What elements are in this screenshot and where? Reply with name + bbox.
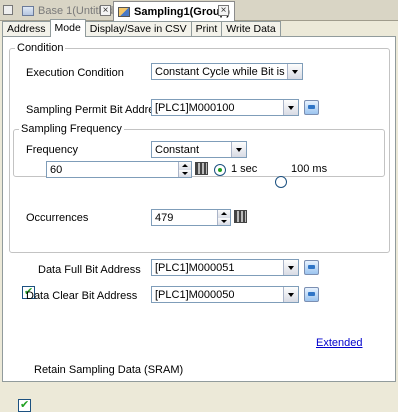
spin-up-icon[interactable] <box>179 162 191 170</box>
execution-condition-select[interactable]: Constant Cycle while Bit is ON <box>151 63 303 80</box>
spin-up-icon[interactable] <box>218 210 230 218</box>
sampling-frequency-legend: Sampling Frequency <box>19 123 124 135</box>
panel-menu-icon[interactable] <box>3 5 13 15</box>
sampling-permit-select[interactable]: [PLC1]M000100 <box>151 99 299 116</box>
tab-write-data[interactable]: Write Data <box>221 21 281 37</box>
sampling-icon <box>118 6 130 17</box>
close-icon[interactable]: × <box>218 5 229 16</box>
document-tab-bar: Base 1(Untitled) × Sampling1(Group) × <box>0 0 398 21</box>
interval-stepper[interactable]: 60 <box>46 161 192 178</box>
retain-sram-checkbox[interactable] <box>18 398 31 412</box>
mode-panel: Condition Execution Condition Constant C… <box>2 36 396 412</box>
data-clear-label: Data Clear Bit Address <box>26 290 138 302</box>
keypad-icon[interactable] <box>195 162 208 175</box>
radio-100-ms[interactable] <box>275 176 287 188</box>
extended-link[interactable]: Extended <box>316 337 362 349</box>
chevron-down-icon[interactable] <box>283 287 298 302</box>
data-clear-select[interactable]: [PLC1]M000050 <box>151 286 299 303</box>
data-clear-value: [PLC1]M000050 <box>155 289 235 301</box>
address-picker-icon[interactable] <box>304 100 319 115</box>
chevron-down-icon[interactable] <box>287 64 302 79</box>
address-picker-icon[interactable] <box>304 287 319 302</box>
screen-icon <box>22 6 34 16</box>
data-full-label: Data Full Bit Address <box>38 264 141 276</box>
frequency-value: Constant <box>155 144 200 156</box>
doc-tab-label: Sampling1(Group) <box>134 5 230 18</box>
radio-1-sec-label: 1 sec <box>231 163 258 175</box>
execution-condition-value: Constant Cycle while Bit is ON <box>155 66 287 78</box>
chevron-down-icon[interactable] <box>283 260 298 275</box>
chevron-down-icon[interactable] <box>231 142 246 157</box>
condition-legend: Condition <box>15 42 66 54</box>
spin-down-icon[interactable] <box>218 217 230 225</box>
execution-condition-label: Execution Condition <box>26 67 124 79</box>
occurrences-stepper[interactable]: 479 <box>151 209 231 226</box>
spin-down-icon[interactable] <box>179 169 191 177</box>
address-picker-icon[interactable] <box>304 260 319 275</box>
sampling-permit-label: Sampling Permit Bit Address <box>26 104 166 116</box>
tab-display-save-csv[interactable]: Display/Save in CSV <box>84 21 192 37</box>
radio-100-ms-label: 100 ms <box>291 163 328 175</box>
settings-tab-bar: Address Mode Display/Save in CSV Print W… <box>2 19 281 37</box>
close-icon[interactable]: × <box>100 5 111 16</box>
occurrences-label: Occurrences <box>26 212 89 224</box>
tab-address[interactable]: Address <box>2 21 51 37</box>
interval-value: 60 <box>50 164 63 176</box>
data-full-value: [PLC1]M000051 <box>155 262 235 274</box>
retain-sram-label: Retain Sampling Data (SRAM) <box>34 364 184 376</box>
tab-print[interactable]: Print <box>190 21 223 37</box>
occurrences-value: 479 <box>155 212 174 224</box>
tab-mode[interactable]: Mode <box>49 19 86 37</box>
chevron-down-icon[interactable] <box>283 100 298 115</box>
radio-1-sec[interactable] <box>214 164 226 176</box>
frequency-select[interactable]: Constant <box>151 141 247 158</box>
doc-tab-sampling1[interactable]: Sampling1(Group) <box>113 1 235 21</box>
sampling-permit-value: [PLC1]M000100 <box>155 102 235 114</box>
data-full-select[interactable]: [PLC1]M000051 <box>151 259 299 276</box>
keypad-icon[interactable] <box>234 210 247 223</box>
frequency-label: Frequency <box>26 144 78 156</box>
